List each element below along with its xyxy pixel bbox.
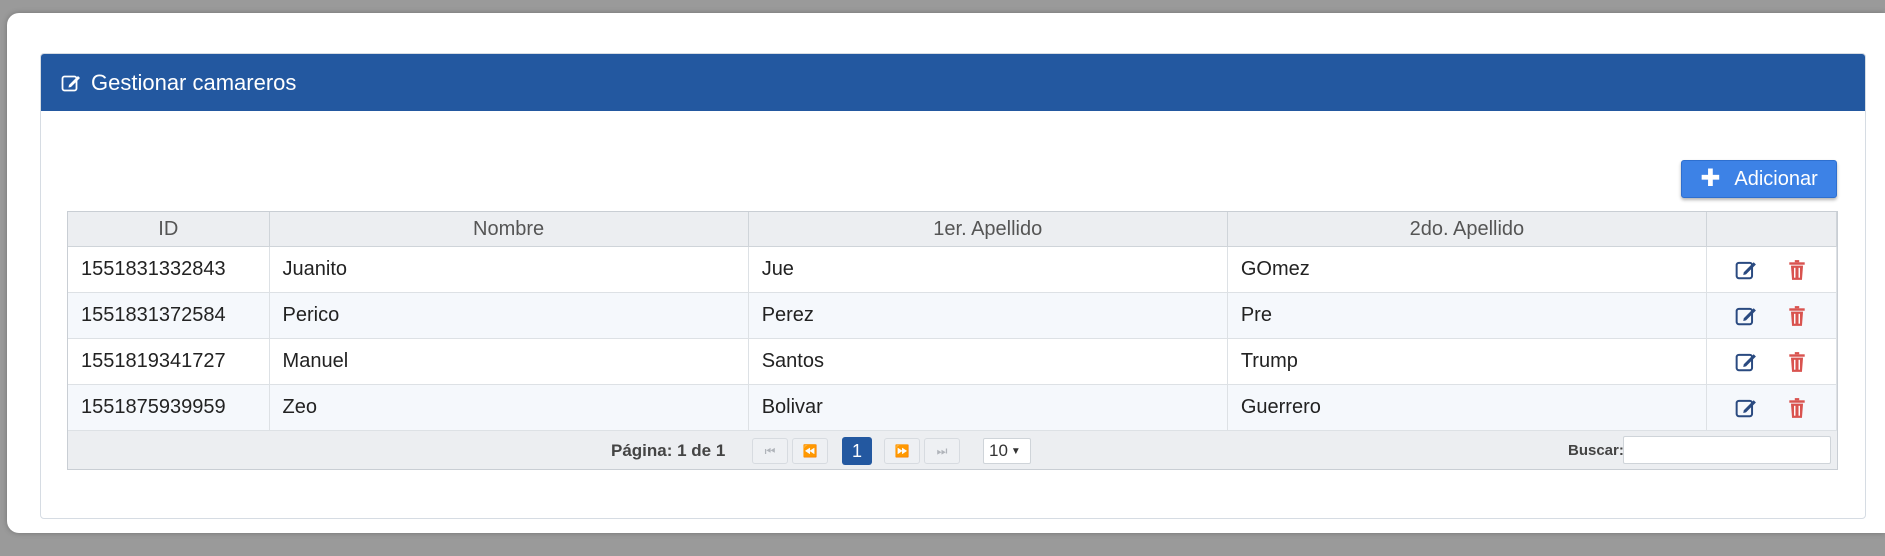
page-container: Gestionar camareros ✚ Adicionar ID Nombr… (7, 13, 1885, 533)
edit-icon[interactable] (1735, 259, 1757, 281)
cell-nombre: Perico (269, 292, 749, 339)
next-page-icon: ⏩ (894, 444, 910, 458)
edit-icon[interactable] (1735, 351, 1757, 373)
cell-id: 1551831332843 (68, 246, 270, 293)
rows-per-page-value: 10 (989, 441, 1008, 460)
rows-per-page-select[interactable]: 10 ▼ (983, 438, 1031, 464)
next-page-button[interactable]: ⏩ (884, 438, 920, 464)
table-row[interactable]: 1551831332843 Juanito Jue GOmez (68, 246, 1838, 293)
table-row[interactable]: 1551819341727 Manuel Santos Trump (68, 338, 1838, 385)
cell-nombre: Zeo (269, 384, 749, 431)
waiters-panel: Gestionar camareros ✚ Adicionar ID Nombr… (40, 53, 1866, 519)
prev-page-icon: ⏪ (802, 444, 818, 458)
cell-apellido1: Perez (748, 292, 1228, 339)
cell-apellido1: Bolivar (748, 384, 1228, 431)
cell-id: 1551875939959 (68, 384, 270, 431)
trash-icon[interactable] (1786, 397, 1808, 419)
edit-icon[interactable] (1735, 397, 1757, 419)
plus-icon: ✚ (1700, 165, 1721, 192)
pager: Página: 1 de 1 ⏮ ⏪ 1 ⏩ ⏭ 10 ▼ Buscar: (68, 431, 1837, 469)
page-title: Gestionar camareros (91, 69, 297, 95)
waiters-grid: ID Nombre 1er. Apellido 2do. Apellido 15… (67, 211, 1838, 470)
last-page-icon: ⏭ (936, 443, 948, 458)
last-page-button[interactable]: ⏭ (924, 438, 960, 464)
first-page-button[interactable]: ⏮ (752, 438, 788, 464)
current-page-button[interactable]: 1 (842, 437, 872, 465)
search-input[interactable] (1623, 436, 1831, 464)
cell-nombre: Manuel (269, 338, 749, 385)
panel-header: Gestionar camareros (41, 54, 1865, 111)
cell-actions (1706, 338, 1838, 385)
search-label: Buscar: (1568, 442, 1624, 459)
column-header-id[interactable]: ID (68, 212, 270, 247)
trash-icon[interactable] (1786, 259, 1808, 281)
cell-id: 1551819341727 (68, 338, 270, 385)
table-header-row: ID Nombre 1er. Apellido 2do. Apellido (68, 212, 1838, 247)
add-button[interactable]: ✚ Adicionar (1681, 160, 1837, 198)
waiters-table: ID Nombre 1er. Apellido 2do. Apellido 15… (68, 212, 1838, 431)
cell-apellido1: Santos (748, 338, 1228, 385)
cell-id: 1551831372584 (68, 292, 270, 339)
cell-actions (1706, 384, 1838, 431)
edit-icon[interactable] (1735, 305, 1757, 327)
edit-icon (61, 75, 80, 91)
column-header-apellido1[interactable]: 1er. Apellido (748, 212, 1228, 247)
trash-icon[interactable] (1786, 305, 1808, 327)
cell-actions (1706, 246, 1838, 293)
cell-apellido1: Jue (748, 246, 1228, 293)
cell-apellido2: Guerrero (1227, 384, 1707, 431)
first-page-icon: ⏮ (764, 443, 776, 458)
cell-nombre: Juanito (269, 246, 749, 293)
cell-apellido2: Pre (1227, 292, 1707, 339)
prev-page-button[interactable]: ⏪ (792, 438, 828, 464)
table-row[interactable]: 1551875939959 Zeo Bolivar Guerrero (68, 384, 1838, 431)
trash-icon[interactable] (1786, 351, 1808, 373)
table-row[interactable]: 1551831372584 Perico Perez Pre (68, 292, 1838, 339)
cell-actions (1706, 292, 1838, 339)
cell-apellido2: GOmez (1227, 246, 1707, 293)
cell-apellido2: Trump (1227, 338, 1707, 385)
chevron-down-icon: ▼ (1010, 445, 1021, 457)
column-header-apellido2[interactable]: 2do. Apellido (1227, 212, 1707, 247)
column-header-actions (1706, 212, 1838, 247)
page-info: Página: 1 de 1 (611, 441, 726, 460)
add-button-label: Adicionar (1734, 167, 1818, 190)
column-header-nombre[interactable]: Nombre (269, 212, 749, 247)
